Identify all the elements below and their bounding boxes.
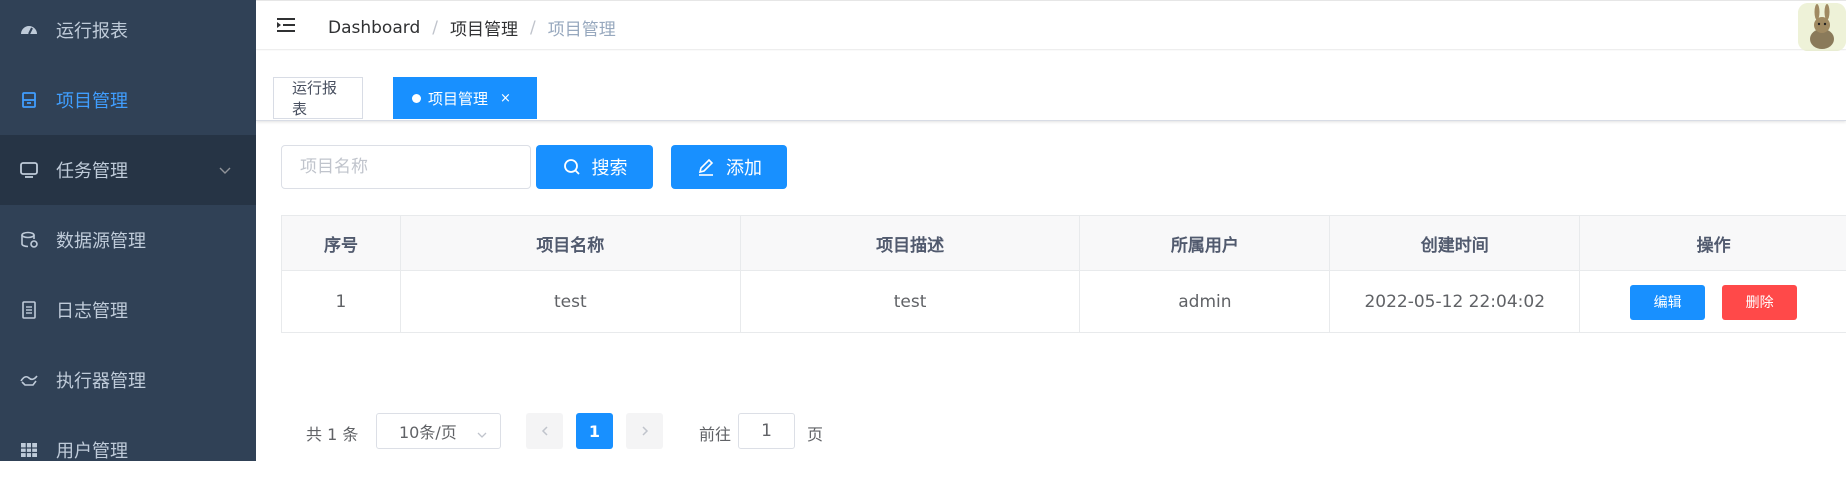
goto-page-input[interactable] bbox=[738, 413, 795, 449]
breadcrumb-separator: / bbox=[529, 17, 536, 38]
sidebar-item-log[interactable]: 日志管理 bbox=[0, 275, 256, 345]
project-table: 序号 项目名称 项目描述 所属用户 创建时间 操作 1 test test ad… bbox=[281, 215, 1846, 333]
sidebar-item-label: 日志管理 bbox=[56, 301, 128, 322]
chevron-right-icon bbox=[641, 426, 648, 436]
tags-view: 运行报表 项目管理 × bbox=[256, 51, 1846, 121]
tag-label: 运行报表 bbox=[292, 79, 338, 118]
cell-name: test bbox=[401, 271, 741, 333]
breadcrumb-project-group: 项目管理 bbox=[449, 20, 518, 40]
sidebar-item-label: 项目管理 bbox=[56, 91, 128, 112]
tag-report[interactable]: 运行报表 bbox=[273, 77, 363, 119]
sidebar-item-label: 执行器管理 bbox=[56, 371, 146, 392]
executor-icon bbox=[18, 369, 40, 391]
sidebar-item-label: 用户管理 bbox=[56, 441, 128, 462]
prev-page-button[interactable] bbox=[526, 413, 563, 449]
add-button[interactable]: 添加 bbox=[671, 145, 787, 189]
log-icon bbox=[18, 299, 40, 321]
sidebar-item-datasource[interactable]: 数据源管理 bbox=[0, 205, 256, 275]
page-size-select[interactable]: 10条/页 bbox=[376, 413, 501, 449]
navbar: Dashboard / 项目管理 / 项目管理 bbox=[256, 0, 1846, 51]
edit-pen-icon bbox=[698, 158, 714, 176]
header-created: 创建时间 bbox=[1330, 216, 1581, 270]
sidebar-item-executor[interactable]: 执行器管理 bbox=[0, 345, 256, 415]
close-icon[interactable]: × bbox=[500, 91, 511, 106]
chevron-left-icon bbox=[541, 426, 548, 436]
cell-user: admin bbox=[1080, 271, 1331, 333]
database-icon bbox=[18, 229, 40, 251]
sidebar-item-report[interactable]: 运行报表 bbox=[0, 0, 256, 65]
cell-index: 1 bbox=[282, 271, 401, 333]
header-name: 项目名称 bbox=[401, 216, 741, 270]
tag-project[interactable]: 项目管理 × bbox=[393, 77, 537, 119]
breadcrumb-dashboard[interactable]: Dashboard bbox=[328, 18, 420, 38]
edit-button[interactable]: 编辑 bbox=[1630, 284, 1706, 320]
cell-created: 2022-05-12 22:04:02 bbox=[1330, 271, 1581, 333]
active-dot-icon bbox=[412, 93, 421, 103]
header-index: 序号 bbox=[282, 216, 401, 270]
project-icon bbox=[18, 89, 40, 111]
chevron-down-icon bbox=[476, 426, 488, 445]
chevron-down-icon[interactable] bbox=[218, 161, 232, 182]
breadcrumb-separator: / bbox=[432, 17, 438, 38]
header-description: 项目描述 bbox=[741, 216, 1081, 270]
sidebar-item-task[interactable]: 任务管理 bbox=[0, 135, 256, 205]
avatar[interactable] bbox=[1798, 3, 1846, 51]
breadcrumb-current: 项目管理 bbox=[547, 20, 616, 40]
dashboard-icon bbox=[18, 19, 40, 41]
page-number-current[interactable]: 1 bbox=[576, 413, 613, 449]
sidebar-item-label: 数据源管理 bbox=[56, 231, 146, 252]
sidebar-item-label: 运行报表 bbox=[56, 21, 128, 42]
header-user: 所属用户 bbox=[1080, 216, 1331, 270]
monitor-icon bbox=[18, 159, 40, 181]
delete-button[interactable]: 删除 bbox=[1722, 284, 1798, 320]
sidebar-item-project[interactable]: 项目管理 bbox=[0, 65, 256, 135]
page-size-value: 10条/页 bbox=[399, 423, 457, 442]
table-row: 1 test test admin 2022-05-12 22:04:02 编辑… bbox=[282, 271, 1846, 333]
sidebar-item-label: 任务管理 bbox=[56, 161, 128, 182]
sidebar-item-user[interactable]: 用户管理 bbox=[0, 415, 256, 485]
rabbit-avatar-icon bbox=[1798, 3, 1846, 51]
sidebar: 运行报表 项目管理 任务管理 数据源管理 日志管理 执行器管理 用户管理 bbox=[0, 0, 256, 462]
user-table-icon bbox=[18, 439, 40, 461]
search-button-label: 搜索 bbox=[591, 158, 628, 179]
cell-actions: 编辑 删除 bbox=[1580, 271, 1846, 333]
breadcrumb: Dashboard / 项目管理 / 项目管理 bbox=[328, 15, 616, 41]
search-icon bbox=[563, 159, 580, 175]
search-input[interactable] bbox=[281, 145, 531, 189]
pagination-total: 共 1 条 bbox=[306, 425, 359, 444]
main-content: Dashboard / 项目管理 / 项目管理 运行报表 项目管理 × 项目名称… bbox=[256, 0, 1846, 461]
goto-label: 前往 bbox=[699, 425, 732, 444]
add-button-label: 添加 bbox=[726, 158, 762, 179]
hamburger-icon[interactable] bbox=[276, 15, 298, 37]
table-header: 序号 项目名称 项目描述 所属用户 创建时间 操作 bbox=[282, 216, 1846, 271]
search-button[interactable]: 搜索 bbox=[536, 145, 653, 189]
cell-description: test bbox=[741, 271, 1081, 333]
tag-label: 项目管理 bbox=[428, 89, 489, 108]
header-actions: 操作 bbox=[1696, 235, 1731, 256]
next-page-button[interactable] bbox=[626, 413, 663, 449]
goto-unit: 页 bbox=[807, 425, 824, 444]
